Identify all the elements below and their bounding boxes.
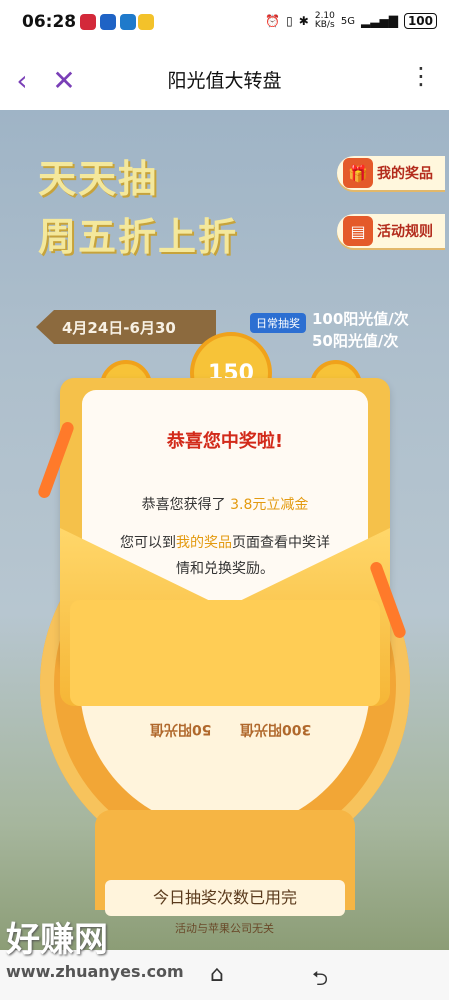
app-icon-4 xyxy=(138,14,154,30)
gift-icon: 🎁 xyxy=(343,158,373,188)
price-line-1: 100阳光值/次 xyxy=(312,310,409,328)
date-range: 4月24日-6月30 xyxy=(62,319,176,337)
page-title: 阳光值大转盘 xyxy=(167,70,282,92)
app-icon-1 xyxy=(80,14,96,30)
win-line-2: 您可以到我的奖品页面查看中奖详 xyxy=(82,532,368,552)
bluetooth-icon: ✱ xyxy=(298,14,309,28)
rules-icon: ▤ xyxy=(343,216,373,246)
win-line-2-prefix: 您可以到 xyxy=(120,535,176,551)
more-icon[interactable]: ⋮ xyxy=(409,62,435,90)
alarm-icon: ⏰ xyxy=(265,14,281,28)
status-bar: 06:28 ⏰ ▯ ✱ 2.10 KB/s 5G ▂▃▅▇ 100 xyxy=(0,0,449,48)
win-line-1: 恭喜您获得了 3.8元立减金 xyxy=(82,494,368,514)
status-indicators: ⏰ ▯ ✱ 2.10 KB/s 5G ▂▃▅▇ 100 xyxy=(265,12,437,30)
watermark-logo: 好赚网 xyxy=(6,920,108,960)
app-icon-2 xyxy=(100,14,116,30)
system-back-icon[interactable]: ⮌ xyxy=(312,964,328,998)
my-prizes-button[interactable]: 🎁 我的奖品 xyxy=(337,156,445,190)
nav-bar: ‹ ✕ 阳光值大转盘 ⋮ xyxy=(0,48,449,110)
net-speed: 2.10 KB/s xyxy=(314,11,335,30)
my-prizes-label: 我的奖品 xyxy=(377,166,433,182)
rules-label: 活动规则 xyxy=(377,224,433,240)
banner-line-1: 天天抽 xyxy=(38,157,159,201)
vibrate-icon: ▯ xyxy=(286,14,293,28)
win-line-2-suffix: 页面查看中奖详 xyxy=(232,535,330,551)
win-line-1-prefix: 恭喜您获得了 xyxy=(141,497,226,513)
my-prizes-link[interactable]: 我的奖品 xyxy=(176,535,232,551)
watermark-url: www.zhuanyes.com xyxy=(6,962,184,981)
envelope-panel xyxy=(70,600,380,706)
win-title: 恭喜您中奖啦! xyxy=(166,431,284,452)
price-line-2: 50阳光值/次 xyxy=(312,332,399,350)
app-icon-3 xyxy=(120,14,136,30)
draw-status-button[interactable]: 今日抽奖次数已用完 xyxy=(105,880,345,916)
wheel-segment-left: 50阳光值 xyxy=(150,721,212,737)
status-time: 06:28 xyxy=(22,12,77,32)
signal-label: 5G xyxy=(340,15,356,27)
prize-name: 3.8元立减金 xyxy=(230,497,309,513)
wheel-segment-right: 300阳光值 xyxy=(240,721,312,737)
signal-icon: ▂▃▅▇ xyxy=(361,14,398,28)
banner-line-2: 周五折上折 xyxy=(38,215,239,259)
rules-button[interactable]: ▤ 活动规则 xyxy=(337,214,445,248)
battery-icon: 100 xyxy=(403,13,437,29)
daily-draw-tag: 日常抽奖 xyxy=(250,313,306,333)
home-icon[interactable]: ⌂ xyxy=(210,962,224,987)
